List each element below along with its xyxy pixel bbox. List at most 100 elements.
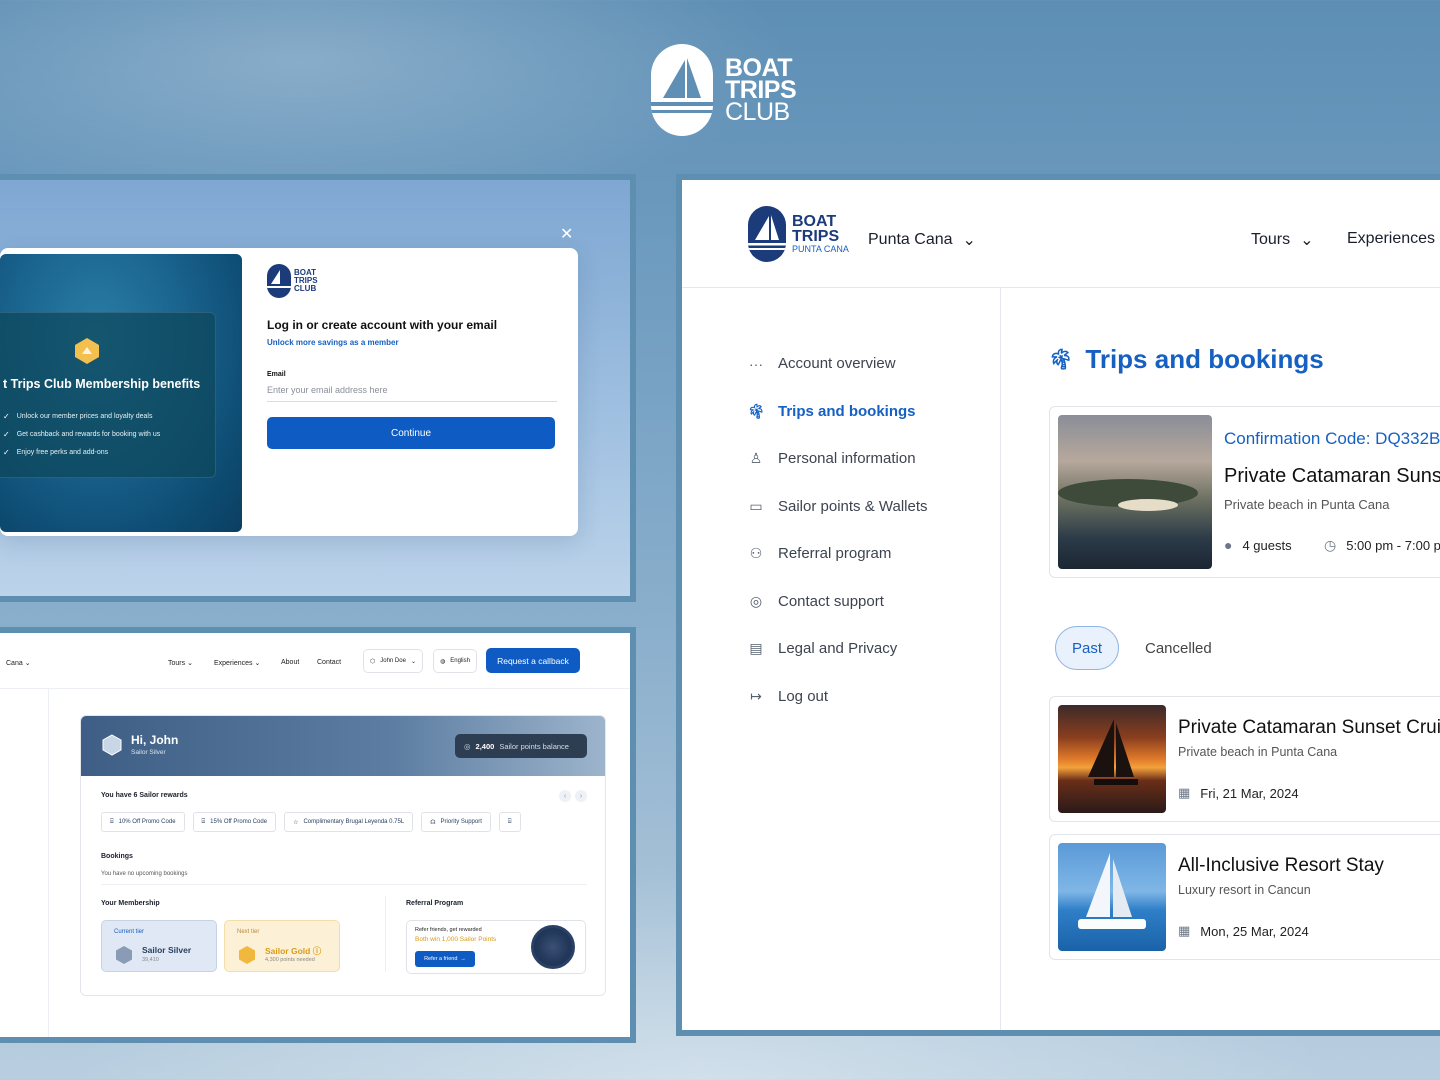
- reward-label: 15% Off Promo Code: [210, 819, 268, 825]
- language-select[interactable]: ◍ English: [433, 649, 477, 673]
- menu-item-account-overview[interactable]: ··· Account overview: [746, 340, 928, 388]
- hero-logo-text: BOAT TRIPS CLUB: [725, 56, 797, 125]
- reward-chip[interactable]: ☆ Complimentary Brugal Leyenda 0.75L: [284, 812, 414, 832]
- tab-past[interactable]: Past: [1055, 626, 1119, 670]
- nav-label: Tours: [1251, 231, 1291, 248]
- benefits-list: ✓ Unlock our member prices and loyalty de…: [3, 407, 160, 461]
- rewards-list: ⌸ 10% Off Promo Code ⌸ 15% Off Promo Code …: [101, 812, 521, 832]
- reward-chip[interactable]: ⌸ 15% Off Promo Code: [192, 812, 277, 832]
- nav-about[interactable]: About: [281, 659, 299, 666]
- guest-count: ● 4 guests: [1224, 537, 1292, 553]
- user-menu[interactable]: ⬡ John Doe ⌄: [363, 649, 423, 673]
- menu-label: Sailor points & Wallets: [778, 497, 928, 515]
- reward-chip-partial[interactable]: ⌸: [498, 812, 521, 832]
- tab-cancelled[interactable]: Cancelled: [1145, 640, 1212, 657]
- request-callback-button[interactable]: Request a callback: [486, 648, 580, 673]
- email-field[interactable]: Enter your email address here: [267, 385, 557, 402]
- dashboard-topbar: Cana ⌄ Tours ⌄ Experiences ⌄ About Conta…: [0, 633, 630, 689]
- chevron-down-icon: ⌄: [962, 232, 976, 249]
- chevron-left-icon[interactable]: ‹: [559, 790, 571, 802]
- guests-text: 4 guests: [1242, 537, 1292, 553]
- continue-button[interactable]: Continue: [267, 417, 555, 449]
- ship-wheel-icon: [531, 925, 575, 969]
- location-select[interactable]: Cana ⌄: [6, 659, 31, 667]
- current-tier-name: Sailor Silver: [142, 945, 192, 955]
- user-icon: ♙: [749, 450, 763, 467]
- menu-item-referral-program[interactable]: ⚇ Referral program: [746, 530, 928, 578]
- page-title-text: Trips and bookings: [1085, 344, 1324, 374]
- trip-time: ◷ 5:00 pm - 7:00 p: [1324, 537, 1440, 554]
- menu-item-contact-support[interactable]: ◎ Contact support: [746, 578, 928, 626]
- dashboard-panel: Cana ⌄ Tours ⌄ Experiences ⌄ About Conta…: [0, 627, 636, 1043]
- refer-friend-button[interactable]: Refer a friend →: [415, 951, 475, 967]
- time-text: 5:00 pm - 7:00 p: [1346, 538, 1440, 553]
- info-icon: ⓘ: [312, 946, 322, 956]
- menu-item-trips-and-bookings[interactable]: 🌴︎ Trips and bookings: [746, 388, 928, 436]
- benefit-text: Enjoy free perks and add-ons: [16, 448, 109, 456]
- reward-label: Complimentary Brugal Leyenda 0.75L: [303, 819, 405, 825]
- menu-item-legal-privacy[interactable]: ▤ Legal and Privacy: [746, 625, 928, 673]
- menu-item-personal-information[interactable]: ♙ Personal information: [746, 435, 928, 483]
- hero-logo: BOAT TRIPS CLUB: [651, 44, 797, 136]
- login-heading: Log in or create account with your email: [267, 318, 498, 332]
- user-name: John Doe: [380, 658, 406, 664]
- chevron-right-icon[interactable]: ›: [575, 790, 587, 802]
- star-icon: ☆: [293, 819, 299, 826]
- next-tier-name: Sailor Gold ⓘ: [265, 945, 321, 957]
- benefit-text: Get cashback and rewards for booking wit…: [16, 430, 161, 438]
- nav-contact[interactable]: Contact: [317, 659, 341, 666]
- logout-icon: ↦: [750, 687, 762, 704]
- reward-chip[interactable]: ⌸ 10% Off Promo Code: [101, 812, 185, 832]
- nav-tours[interactable]: Tours ⌄: [1251, 230, 1314, 250]
- catamaran-image: [1058, 843, 1166, 951]
- nav-tours[interactable]: Tours ⌄: [168, 659, 193, 667]
- current-tier-label: Current tier: [114, 929, 145, 935]
- badge-icon: [73, 337, 101, 365]
- sidebar-divider: [1000, 288, 1001, 1030]
- close-icon[interactable]: ✕: [560, 224, 573, 244]
- wallet-icon: ▭: [749, 497, 763, 514]
- trip-location: Luxury resort in Cancun: [1178, 883, 1311, 897]
- calendar-icon: ▦: [1178, 785, 1191, 800]
- tier-badge-icon: [101, 734, 123, 756]
- referral-line2: Both win 1,000 Sailor Points: [415, 936, 497, 943]
- check-icon: ✓: [3, 429, 10, 439]
- nav-experiences[interactable]: Experiences: [1347, 230, 1435, 248]
- login-subheading[interactable]: Unlock more savings as a member: [267, 338, 557, 347]
- menu-label: Contact support: [778, 592, 884, 610]
- site-logo-text: BOAT TRIPS PUNTA CANA: [792, 214, 849, 255]
- referral-line1: Refer friends, get rewarded: [415, 927, 482, 933]
- login-logo-text: BOAT TRIPS CLUB: [294, 269, 318, 293]
- calendar-icon: ▦: [1178, 923, 1191, 938]
- trip-name: Private Catamaran Sunse: [1224, 465, 1440, 487]
- login-modal: t Trips Club Membership benefits ✓ Unlock…: [0, 248, 578, 536]
- benefit-text: Unlock our member prices and loyalty dea…: [16, 412, 153, 420]
- language-text: English: [450, 658, 470, 664]
- menu-label: Legal and Privacy: [778, 640, 898, 658]
- site-logo[interactable]: BOAT TRIPS PUNTA CANA: [748, 206, 849, 262]
- check-icon: ✓: [3, 411, 10, 421]
- logo-line: CLUB: [294, 284, 317, 293]
- destination-select[interactable]: Punta Cana ⌄: [868, 230, 976, 250]
- menu-label: Personal information: [778, 450, 916, 468]
- past-trip-card[interactable]: All-Inclusive Resort Stay Luxury resort …: [1049, 834, 1440, 960]
- confirmation-code: Confirmation Code: DQ332B: [1224, 429, 1440, 448]
- silver-badge-icon: [114, 945, 134, 965]
- chevron-down-icon: ⌄: [1300, 232, 1314, 249]
- trip-location: Private beach in Punta Cana: [1178, 745, 1338, 759]
- logo-line: TRIPS: [792, 228, 840, 245]
- nav-label: Tours: [168, 660, 186, 667]
- login-logo: BOAT TRIPS CLUB: [267, 264, 557, 298]
- next-tier-card: Next tier Sailor Gold ⓘ 4,300 points nee…: [224, 920, 340, 972]
- menu-item-log-out[interactable]: ↦ Log out: [746, 673, 928, 721]
- upcoming-trip-card[interactable]: Confirmation Code: DQ332B Private Catama…: [1049, 406, 1440, 578]
- sail-logo-icon: [267, 264, 291, 298]
- menu-item-sailor-points[interactable]: ▭ Sailor points & Wallets: [746, 483, 928, 531]
- email-label: Email: [267, 371, 286, 378]
- rewards-arrows: ‹ ›: [559, 790, 587, 802]
- referral-heading: Referral Program: [406, 900, 464, 907]
- reward-chip[interactable]: ☊ Priority Support: [421, 812, 491, 832]
- nav-experiences[interactable]: Experiences ⌄: [214, 659, 260, 667]
- past-trip-card[interactable]: Private Catamaran Sunset Crui Private be…: [1049, 696, 1440, 822]
- benefits-card: t Trips Club Membership benefits ✓ Unlock…: [0, 312, 216, 478]
